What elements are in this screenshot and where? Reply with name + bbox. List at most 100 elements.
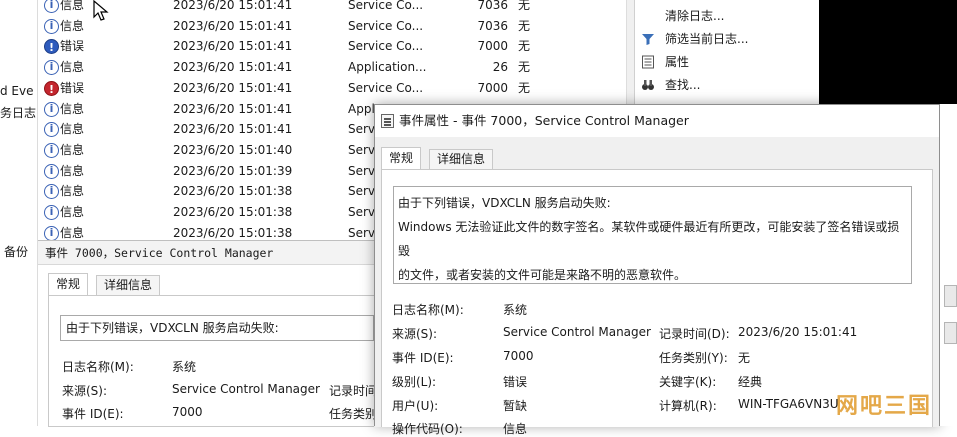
event-source: Service Co...	[348, 0, 424, 12]
event-level: 信息	[60, 122, 85, 137]
event-level: 信息	[60, 0, 85, 12]
tab-general[interactable]: 常规	[381, 147, 422, 169]
navigation-tree: d Eve 务日志 备份	[0, 0, 38, 426]
nav-item[interactable]: 务日志	[0, 104, 36, 121]
field-label: 用户(U):	[392, 399, 439, 413]
tab-general[interactable]: 常规	[48, 273, 89, 295]
mouse-cursor-icon	[93, 0, 109, 21]
filter-icon	[642, 34, 654, 45]
keywords-value: 经典	[738, 375, 763, 389]
event-level: 信息	[60, 18, 85, 33]
field-label: 计算机(R):	[659, 399, 717, 413]
event-row[interactable]: i 信息 2023/6/20 15:01:41 Service Co... 7036 无	[38, 16, 626, 37]
event-row[interactable]: ! 错误 2023/6/20 15:01:41 Service Co... 7000 无	[38, 78, 626, 99]
info-icon: i	[44, 225, 59, 240]
actions-pane: 清除日志... 筛选当前日志... 属性 查找...	[634, 0, 819, 104]
scroll-button[interactable]	[944, 322, 957, 344]
binoculars-icon	[642, 80, 654, 90]
find-action[interactable]: 查找...	[635, 74, 820, 96]
event-level: 信息	[60, 163, 85, 178]
source-value: Service Control Manager	[172, 382, 320, 396]
event-datetime: 2023/6/20 15:01:41	[173, 101, 293, 116]
event-row[interactable]: ! 错误 2023/6/20 15:01:41 Service Co... 7000 无	[38, 36, 626, 57]
info-icon: i	[44, 101, 59, 117]
event-level: 错误	[60, 39, 85, 54]
event-datetime: 2023/6/20 15:01:40	[173, 142, 293, 157]
nav-item[interactable]: 备份	[4, 243, 28, 260]
event-datetime: 2023/6/20 15:01:41	[173, 60, 293, 75]
event-id: 7000	[477, 39, 508, 54]
event-task-category: 无	[518, 60, 531, 75]
event-task-category: 无	[518, 18, 531, 33]
info-icon: i	[44, 142, 59, 158]
field-label: 任务类别(Y):	[659, 351, 728, 365]
error-icon: !	[44, 80, 59, 96]
event-source: Application...	[348, 60, 427, 75]
event-task-category: 无	[518, 39, 531, 54]
error-icon: !	[44, 39, 59, 55]
event-message: 由于下列错误，VDXCLN 服务启动失败:	[66, 321, 279, 335]
info-icon: i	[44, 163, 59, 179]
user-value: 暂缺	[503, 399, 528, 413]
dialog-title: 事件属性 - 事件 7000，Service Control Manager	[399, 113, 689, 128]
info-icon: i	[44, 60, 59, 76]
action-label: 清除日志...	[665, 9, 725, 23]
tab-details[interactable]: 详细信息	[96, 275, 161, 295]
filter-log-action[interactable]: 筛选当前日志...	[635, 28, 820, 50]
field-label: 日志名称(M):	[392, 303, 464, 317]
watermark: 网吧三国	[836, 394, 933, 419]
event-level: 信息	[60, 60, 85, 75]
field-label: 任务类别	[329, 407, 378, 421]
dialog-tabbar: 常规 详细信息	[381, 147, 931, 169]
event-message-box[interactable]: 由于下列错误，VDXCLN 服务启动失败:	[60, 315, 374, 341]
description-line: Windows 无法验证此文件的数字签名。某软件或硬件最近有所更改，可能安装了签…	[398, 220, 900, 258]
field-label: 操作代码(O):	[392, 422, 463, 436]
dialog-titlebar[interactable]: 事件属性 - 事件 7000，Service Control Manager	[375, 105, 939, 137]
tab-details[interactable]: 详细信息	[429, 149, 494, 169]
event-level: 信息	[60, 205, 85, 219]
event-preview-pane: 事件 7000，Service Control Manager 常规 详细信息 …	[38, 240, 378, 427]
properties-icon	[642, 55, 654, 69]
field-label: 记录时间(D):	[659, 327, 730, 341]
event-level: 信息	[60, 225, 85, 240]
event-level: 信息	[60, 184, 85, 199]
nav-item[interactable]: d Eve	[0, 84, 34, 98]
event-properties-icon	[381, 114, 394, 128]
info-icon: i	[44, 122, 59, 138]
preview-header: 事件 7000，Service Control Manager	[38, 241, 374, 265]
event-datetime: 2023/6/20 15:01:38	[173, 205, 293, 219]
info-icon: i	[44, 0, 59, 13]
computer-value: WIN-TFGA6VN3U	[738, 397, 839, 411]
source-value: Service Control Manager	[503, 325, 651, 339]
field-label: 来源(S):	[392, 327, 438, 341]
event-properties-dialog: 事件属性 - 事件 7000，Service Control Manager 常…	[374, 104, 940, 436]
field-label: 级别(L):	[392, 375, 437, 389]
event-id-value: 7000	[172, 405, 203, 419]
log-name-value: 系统	[503, 303, 528, 317]
info-icon: i	[44, 18, 59, 34]
event-task-category: 无	[518, 80, 531, 95]
event-row[interactable]: i 信息 2023/6/20 15:01:41 Application... 26 无	[38, 57, 626, 78]
event-description-box[interactable]: 由于下列错误，VDXCLN 服务启动失败: Windows 无法验证此文件的数字…	[393, 186, 912, 284]
event-datetime: 2023/6/20 15:01:38	[173, 225, 293, 240]
event-id: 26	[492, 60, 508, 75]
dialog-body: 常规 详细信息 由于下列错误，VDXCLN 服务启动失败: Windows 无法…	[375, 137, 939, 436]
event-datetime: 2023/6/20 15:01:39	[173, 163, 293, 178]
event-datetime: 2023/6/20 15:01:41	[173, 0, 293, 12]
field-label: 来源(S):	[62, 384, 108, 398]
event-datetime: 2023/6/20 15:01:41	[173, 39, 293, 54]
scroll-button[interactable]	[944, 285, 957, 307]
event-level: 信息	[60, 101, 85, 116]
event-task-category: 无	[518, 0, 531, 12]
event-datetime: 2023/6/20 15:01:41	[173, 80, 293, 95]
opcode-value: 信息	[503, 422, 528, 436]
event-id: 7000	[477, 80, 508, 95]
event-datetime: 2023/6/20 15:01:41	[173, 122, 293, 137]
properties-action[interactable]: 属性	[635, 51, 820, 73]
event-row[interactable]: i 信息 2023/6/20 15:01:41 Service Co... 7036 无	[38, 0, 626, 16]
event-id: 7036	[477, 0, 508, 12]
action-label: 查找...	[665, 78, 701, 92]
event-level: 信息	[60, 142, 85, 157]
field-label: 事件 ID(E):	[62, 407, 124, 421]
clear-log-action[interactable]: 清除日志...	[635, 5, 820, 27]
